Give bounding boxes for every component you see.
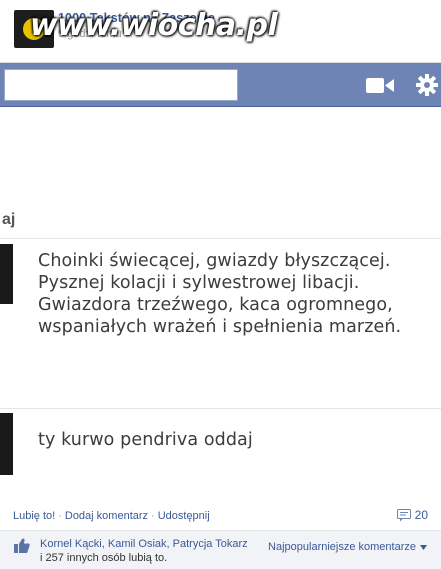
chat-message: Choinki świecącej, gwiazdy błyszczącej. …	[38, 251, 402, 337]
add-comment-link[interactable]: Dodaj komentarz	[65, 510, 148, 522]
comment-count-button[interactable]: 20	[396, 508, 428, 522]
comment-bubble-icon	[396, 508, 411, 521]
video-camera-icon[interactable]	[366, 77, 394, 94]
comment-sort-dropdown[interactable]: Najpopularniejsze komentarze	[268, 541, 427, 553]
action-separator: ·	[151, 510, 155, 522]
post-footer: Lubię to! · Dodaj komentarz · Udostępnij 20 …	[0, 500, 441, 569]
message-divider	[0, 408, 441, 409]
gear-icon[interactable]	[415, 73, 439, 97]
share-link[interactable]: Udostępnij	[158, 510, 210, 522]
chat-message: ty kurwo pendriva oddaj	[38, 430, 253, 450]
likers-suffix: lubią to.	[128, 552, 168, 564]
chat-input[interactable]	[4, 69, 238, 101]
comment-count-value: 20	[414, 508, 428, 522]
chat-messages-area: aj Choinki świecącej, gwiazdy błyszczące…	[0, 108, 441, 501]
chevron-down-icon	[420, 544, 427, 550]
likes-summary: Kornel Kącki, Kamil Osiak, Patrycja Toka…	[0, 530, 441, 569]
watermark-logo: www.wiocha.pl	[30, 8, 278, 43]
chat-header-bar	[0, 63, 441, 107]
like-link[interactable]: Lubię to!	[13, 510, 55, 522]
thumbs-up-icon	[14, 538, 30, 553]
action-separator: ·	[58, 510, 62, 522]
chat-screenshot-image: aj Choinki świecącej, gwiazdy błyszczące…	[0, 62, 441, 501]
cropped-avatar-strip	[0, 244, 13, 304]
comment-sort-label: Najpopularniejsze komentarze	[268, 541, 416, 553]
sender-name-fragment: aj	[2, 211, 16, 228]
post-header: 1000 Tekstów na Zaszenie 9 godz. temu ww…	[0, 0, 441, 62]
post-actions: Lubię to! · Dodaj komentarz · Udostępnij	[13, 510, 210, 522]
likers-names-link[interactable]: Kornel Kącki, Kamil Osiak, Patrycja Toka…	[40, 538, 248, 550]
likes-text: Kornel Kącki, Kamil Osiak, Patrycja Toka…	[40, 537, 250, 565]
message-divider	[0, 238, 441, 239]
likers-others-text[interactable]: i 257 innych osób	[40, 552, 129, 564]
cropped-avatar-strip	[0, 413, 13, 475]
